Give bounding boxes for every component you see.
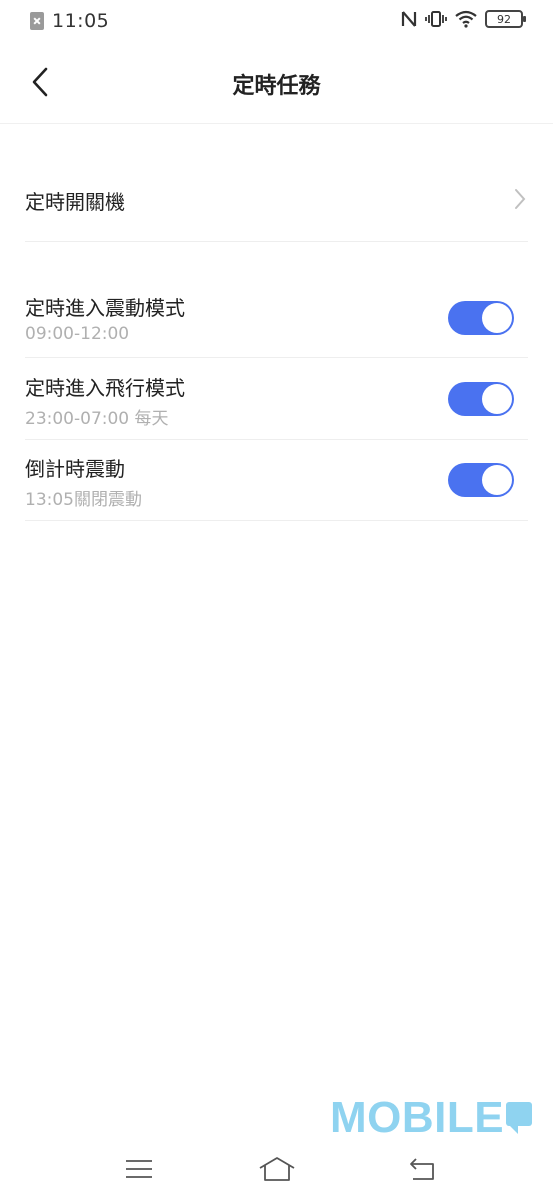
list-item-title: 定時開關機 bbox=[25, 190, 125, 214]
back-icon bbox=[410, 1158, 434, 1180]
watermark-logo: MOBILE bbox=[330, 1093, 533, 1143]
battery-icon: 92 bbox=[485, 10, 526, 28]
sim-error-icon bbox=[30, 12, 44, 30]
list-item-scheduled-power[interactable]: 定時開關機 bbox=[25, 160, 528, 242]
list-item-subtitle: 13:05關閉震動 bbox=[25, 490, 142, 510]
watermark-text: MOBILE bbox=[330, 1093, 505, 1142]
vibrate-mode-toggle[interactable] bbox=[448, 301, 514, 335]
list-item-subtitle: 23:00-07:00 每天 bbox=[25, 409, 169, 429]
toggle-knob bbox=[482, 303, 512, 333]
status-right: 92 bbox=[401, 10, 526, 28]
vibrate-icon bbox=[425, 11, 447, 27]
nav-bar bbox=[0, 1140, 553, 1200]
menu-icon bbox=[126, 1160, 152, 1178]
list-item-vibrate-mode: 定時進入震動模式 09:00-12:00 bbox=[25, 280, 528, 358]
countdown-vibrate-toggle[interactable] bbox=[448, 463, 514, 497]
toggle-knob bbox=[482, 384, 512, 414]
home-button[interactable] bbox=[257, 1154, 297, 1184]
page-title: 定時任務 bbox=[232, 74, 321, 99]
nfc-icon bbox=[401, 11, 417, 27]
wifi-icon bbox=[455, 10, 477, 28]
airplane-mode-toggle[interactable] bbox=[448, 382, 514, 416]
back-nav-button[interactable] bbox=[402, 1154, 442, 1184]
home-icon bbox=[259, 1157, 295, 1181]
list-item-title: 倒計時震動 bbox=[25, 457, 125, 481]
header: 定時任務 bbox=[0, 44, 553, 124]
status-left: 11:05 bbox=[30, 10, 109, 32]
menu-button[interactable] bbox=[119, 1154, 159, 1184]
list-item-countdown-vibrate: 倒計時震動 13:05關閉震動 bbox=[25, 441, 528, 521]
list-item-subtitle: 09:00-12:00 bbox=[25, 324, 130, 344]
status-time: 11:05 bbox=[52, 10, 110, 32]
toggle-knob bbox=[482, 465, 512, 495]
list-item-title: 定時進入震動模式 bbox=[25, 296, 185, 320]
status-bar: 11:05 92 bbox=[0, 0, 553, 44]
chevron-right-icon bbox=[515, 189, 526, 209]
list-item-airplane-mode: 定時進入飛行模式 23:00-07:00 每天 bbox=[25, 360, 528, 440]
battery-level: 92 bbox=[497, 12, 511, 26]
list-item-title: 定時進入飛行模式 bbox=[25, 376, 185, 400]
speech-bubble-icon bbox=[506, 1102, 533, 1134]
